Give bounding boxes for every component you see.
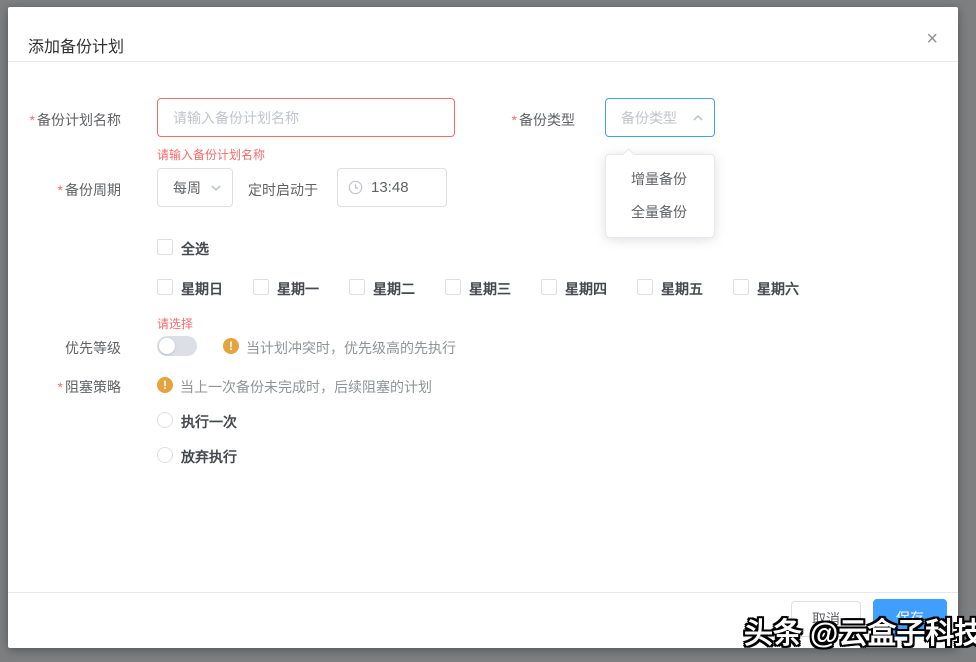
cycle-select[interactable]: 每周 — [157, 168, 233, 207]
backup-type-label: *备份类型 — [463, 110, 575, 130]
radio-execute-once-label[interactable]: 执行一次 — [181, 412, 237, 432]
warning-icon: ! — [223, 338, 239, 354]
weekday-label-monday[interactable]: 星期一 — [277, 279, 319, 299]
required-mark: * — [58, 182, 63, 198]
weekday-label-thursday[interactable]: 星期四 — [565, 279, 607, 299]
dialog-footer: 取消 保存 — [8, 592, 958, 648]
clock-icon — [348, 180, 363, 195]
priority-hint: 当计划冲突时，优先级高的先执行 — [246, 338, 456, 358]
cancel-button[interactable]: 取消 — [791, 601, 861, 637]
radio-execute-once[interactable] — [157, 412, 173, 428]
dialog-title: 添加备份计划 — [28, 33, 124, 57]
weekday-checkbox-sunday[interactable] — [157, 279, 173, 295]
backup-type-value: 备份类型 — [621, 108, 692, 128]
blocking-label: *阻塞策略 — [8, 377, 121, 397]
warning-icon: ! — [157, 377, 173, 393]
plan-name-error: 请输入备份计划名称 — [157, 146, 265, 163]
select-all-checkbox[interactable] — [157, 239, 173, 255]
weekday-label-friday[interactable]: 星期五 — [661, 279, 703, 299]
weekday-checkbox-monday[interactable] — [253, 279, 269, 295]
radio-abandon-label[interactable]: 放弃执行 — [181, 447, 237, 467]
time-picker-input[interactable]: 13:48 — [337, 168, 447, 207]
blocking-hint: 当上一次备份未完成时，后续阻塞的计划 — [180, 377, 432, 397]
backup-type-dropdown: 增量备份 全量备份 — [605, 154, 715, 238]
priority-label: 优先等级 — [8, 338, 121, 358]
weekdays-error: 请选择 — [157, 315, 193, 332]
weekday-checkbox-wednesday[interactable] — [445, 279, 461, 295]
dropdown-arrow — [622, 148, 635, 161]
backup-type-option-incremental[interactable]: 增量备份 — [606, 163, 714, 196]
save-button[interactable]: 保存 — [873, 599, 947, 637]
weekday-checkbox-tuesday[interactable] — [349, 279, 365, 295]
weekday-checkbox-friday[interactable] — [637, 279, 653, 295]
radio-abandon[interactable] — [157, 447, 173, 463]
backup-type-option-full[interactable]: 全量备份 — [606, 196, 714, 229]
weekday-checkbox-thursday[interactable] — [541, 279, 557, 295]
start-at-label: 定时启动于 — [248, 180, 318, 200]
select-all-label[interactable]: 全选 — [181, 239, 209, 259]
required-mark: * — [58, 379, 63, 395]
cycle-label: *备份周期 — [8, 180, 121, 200]
weekday-label-saturday[interactable]: 星期六 — [757, 279, 799, 299]
dialog-header: 添加备份计划 × — [8, 7, 958, 62]
weekday-label-sunday[interactable]: 星期日 — [181, 279, 223, 299]
plan-name-label: *备份计划名称 — [8, 110, 121, 130]
required-mark: * — [30, 112, 35, 128]
required-mark: * — [512, 112, 517, 128]
toggle-knob — [159, 338, 175, 354]
weekday-label-tuesday[interactable]: 星期二 — [373, 279, 415, 299]
weekday-label-wednesday[interactable]: 星期三 — [469, 279, 511, 299]
backup-type-select[interactable]: 备份类型 — [605, 98, 715, 137]
chevron-down-icon — [210, 182, 222, 194]
close-icon[interactable]: × — [926, 29, 938, 49]
cycle-value: 每周 — [173, 178, 210, 198]
weekday-checkbox-saturday[interactable] — [733, 279, 749, 295]
time-value: 13:48 — [371, 179, 409, 196]
add-backup-plan-dialog: 添加备份计划 × *备份计划名称 请输入备份计划名称 *备份类型 备份类型 增量… — [8, 7, 958, 648]
plan-name-input[interactable] — [157, 98, 455, 137]
chevron-up-icon — [692, 112, 704, 124]
priority-toggle[interactable] — [157, 336, 197, 356]
